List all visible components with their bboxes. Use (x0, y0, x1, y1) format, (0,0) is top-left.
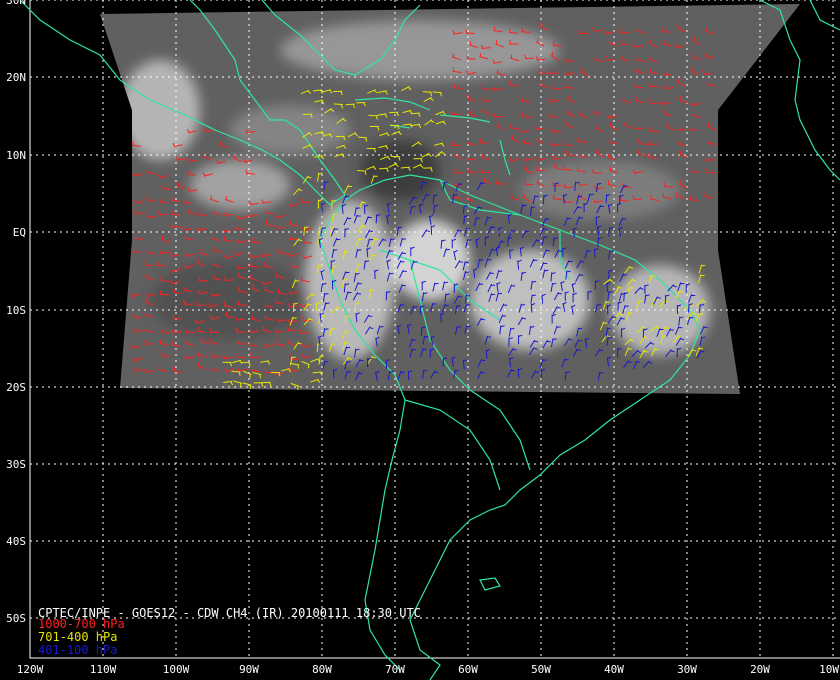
lon-label: 60W (458, 663, 478, 676)
legend-mid-level: 701-400 hPa (38, 630, 117, 644)
lon-label: 100W (163, 663, 190, 676)
latitude-labels: 30N 20N 10N EQ 10S 20S 30S 40S 50S (6, 0, 26, 625)
lon-label: 10W (819, 663, 839, 676)
lon-label: 30W (677, 663, 697, 676)
lon-label: 40W (604, 663, 624, 676)
lat-label: 30S (6, 458, 26, 471)
legend-low-level: 1000-700 hPa (38, 617, 125, 631)
lon-label: 90W (239, 663, 259, 676)
longitude-labels: 120W 110W 100W 90W 80W 70W 60W 50W 40W 30W 20W 10W (17, 663, 840, 676)
lat-label: 50S (6, 612, 26, 625)
lat-label: EQ (13, 226, 26, 239)
lon-label: 20W (750, 663, 770, 676)
lat-label: 10S (6, 304, 26, 317)
lat-label: 40S (6, 535, 26, 548)
lat-label: 20S (6, 381, 26, 394)
lat-label: 30N (6, 0, 26, 7)
lat-label: 20N (6, 71, 26, 84)
lon-label: 80W (312, 663, 332, 676)
lon-label: 70W (385, 663, 405, 676)
lon-label: 120W (17, 663, 44, 676)
map-canvas: 30N 20N 10N EQ 10S 20S 30S 40S 50S 120W 110W 100W 9… (6, 0, 840, 680)
lat-label: 10N (6, 149, 26, 162)
legend-high-level: 401-100 hPa (38, 643, 117, 657)
lon-label: 110W (90, 663, 117, 676)
legend: CPTEC/INPE - GOES12 - CDW CH4 (IR) 20100… (38, 606, 421, 657)
lon-label: 50W (531, 663, 551, 676)
satellite-wind-map: 30N 20N 10N EQ 10S 20S 30S 40S 50S 120W 110W 100W 9… (0, 0, 840, 680)
